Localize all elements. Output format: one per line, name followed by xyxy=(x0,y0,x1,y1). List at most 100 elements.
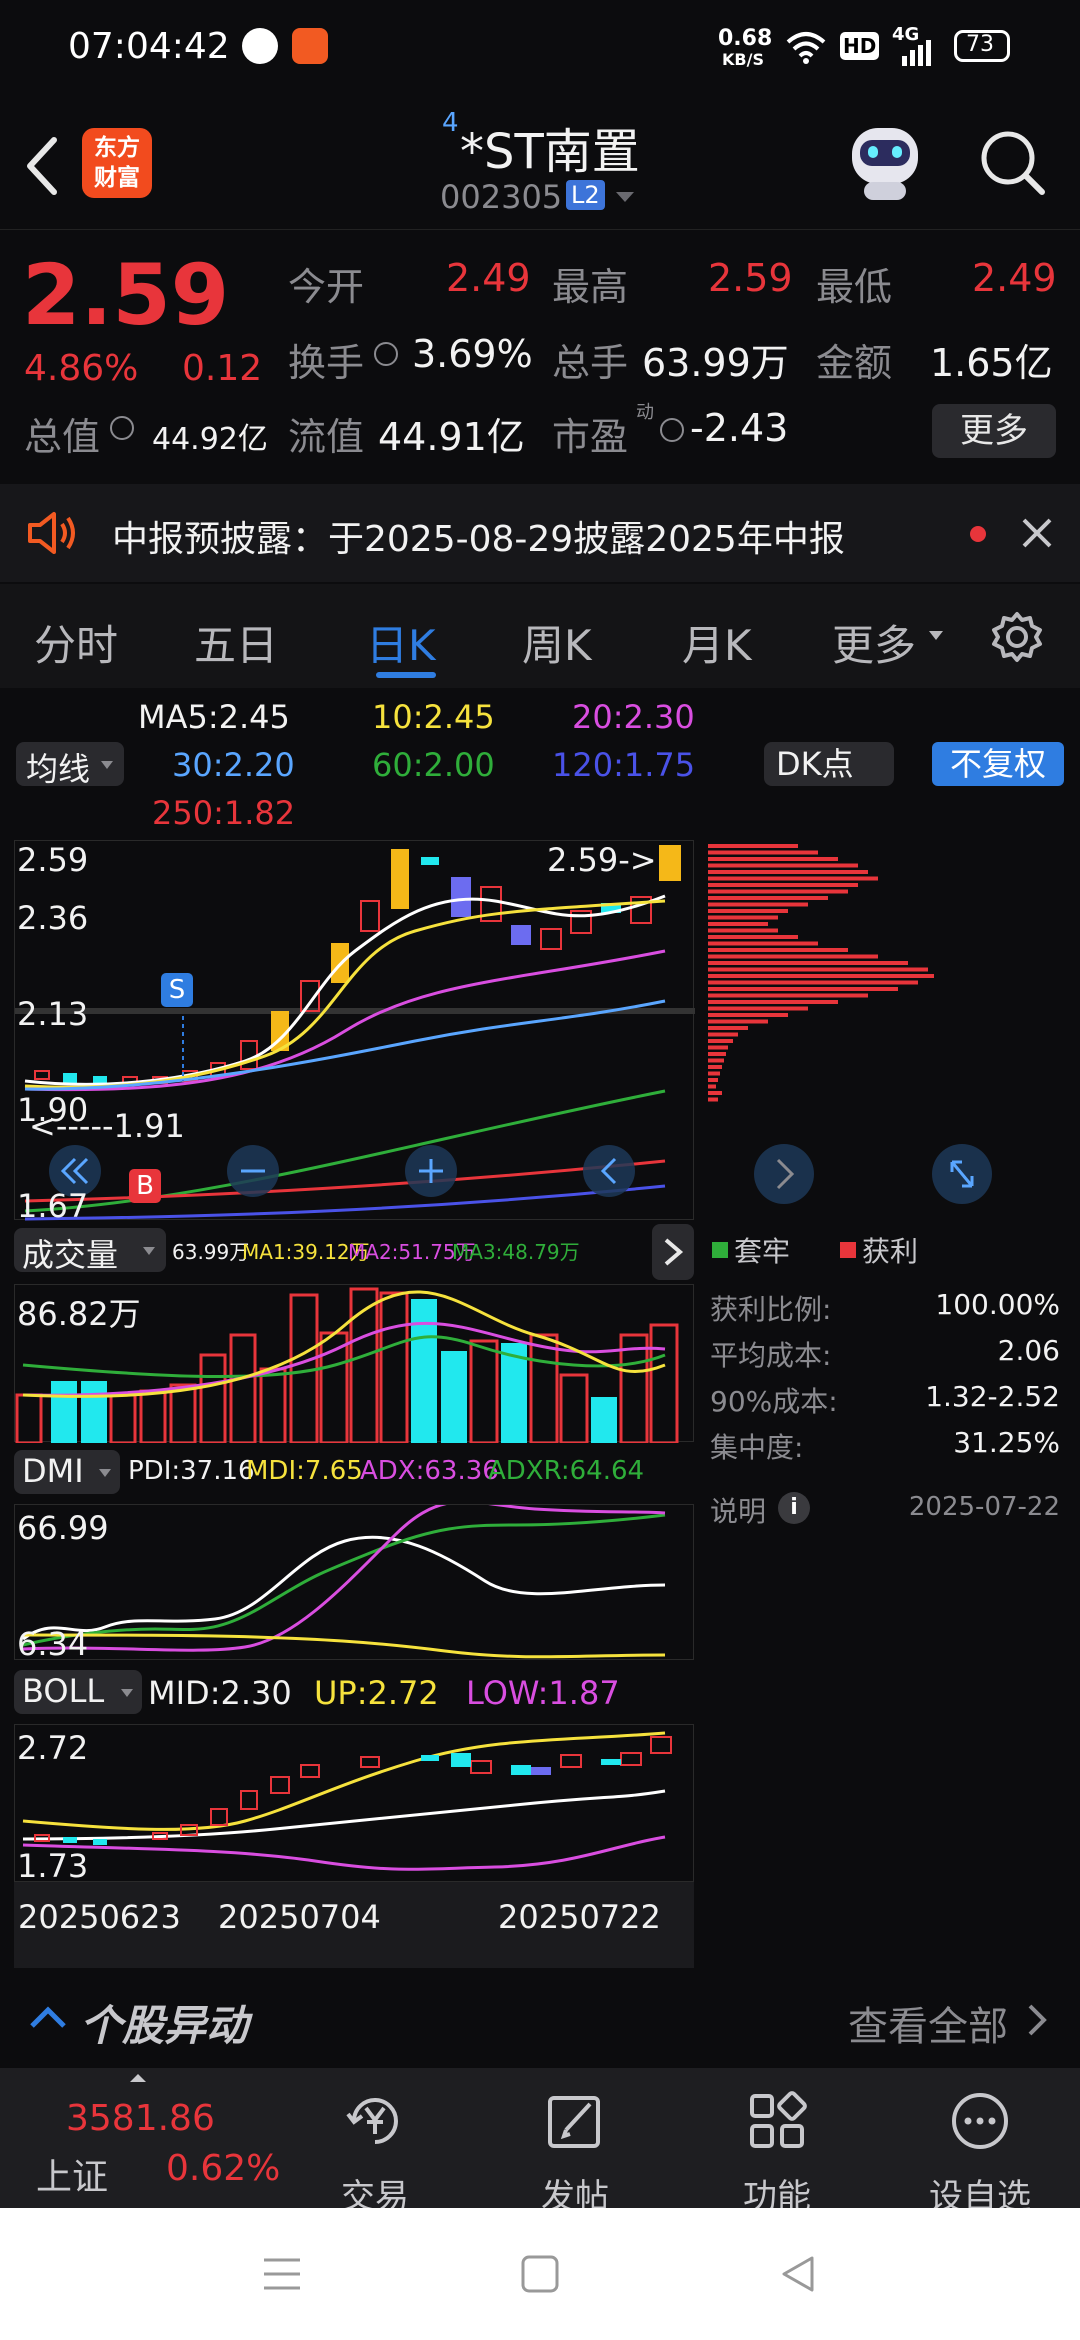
chip-distribution[interactable] xyxy=(708,840,1062,1220)
volume-ma3: MA3:48.79万 xyxy=(452,1240,580,1264)
index-value[interactable]: 3581.86 xyxy=(66,2098,215,2139)
tab-more-dropdown-icon[interactable] xyxy=(928,630,944,642)
more-button[interactable]: 更多 xyxy=(932,404,1056,458)
pe-info-icon[interactable] xyxy=(660,418,684,442)
buy-mark[interactable]: B xyxy=(129,1169,161,1203)
chip-bar xyxy=(708,1013,788,1017)
stock-movement-section[interactable]: 个股异动 查看全部 xyxy=(0,1974,1080,2064)
no-adjust-button[interactable]: 不复权 xyxy=(932,742,1064,786)
dmi-adx: ADX:63.36 xyxy=(360,1456,499,1486)
home-icon[interactable] xyxy=(520,2254,560,2294)
nav-watchlist[interactable]: 设自选 xyxy=(918,2090,1042,2218)
tab-weekly-k[interactable]: 周K xyxy=(522,612,592,673)
scroll-left-icon[interactable] xyxy=(593,1155,625,1187)
more-circle-icon xyxy=(952,2093,1008,2149)
ma60-value: 60:2.00 xyxy=(372,746,495,784)
chip-bar xyxy=(708,1045,728,1050)
tab-daily-k[interactable]: 日K xyxy=(366,612,436,673)
robot-assistant-icon[interactable] xyxy=(846,124,926,202)
boll-y-bottom: 1.73 xyxy=(17,1847,89,1885)
scroll-left-fast-icon[interactable] xyxy=(59,1155,91,1187)
volume-chart-panel[interactable]: 86.82万 xyxy=(14,1284,694,1445)
nav-function[interactable]: 功能 xyxy=(722,2090,832,2218)
chip-bar xyxy=(708,1032,738,1037)
chip-bar xyxy=(708,1084,716,1089)
nav-trade[interactable]: 交易 xyxy=(320,2090,430,2218)
chip-bar xyxy=(708,909,788,913)
dmi-pdi: PDI:37.16 xyxy=(128,1456,255,1486)
search-icon[interactable] xyxy=(978,128,1048,198)
tab-more[interactable]: 更多 xyxy=(832,612,916,673)
tab-five-day[interactable]: 五日 xyxy=(194,612,278,673)
nav-post[interactable]: 发帖 xyxy=(520,2090,630,2218)
chip-bar xyxy=(708,1026,748,1030)
chip-bar xyxy=(708,967,928,972)
chevron-right-view-all-icon[interactable] xyxy=(1026,2002,1050,2038)
tab-monthly-k[interactable]: 月K xyxy=(682,612,752,673)
tab-intraday[interactable]: 分时 xyxy=(34,612,118,673)
volume-selector-label: 成交量 xyxy=(22,1236,119,1274)
close-icon[interactable] xyxy=(1020,516,1054,550)
index-change[interactable]: 0.62% xyxy=(166,2148,280,2189)
zoom-in-icon[interactable] xyxy=(415,1155,447,1187)
chevron-up-icon[interactable] xyxy=(28,2006,68,2030)
profit-legend-swatch xyxy=(840,1242,856,1258)
low-label: 最低 xyxy=(816,265,893,309)
recent-apps-icon[interactable] xyxy=(262,2256,302,2292)
amount-label: 金额 xyxy=(816,341,893,385)
speaker-icon xyxy=(28,512,75,554)
zoom-out-icon[interactable] xyxy=(237,1155,269,1187)
chip-bar xyxy=(708,1091,722,1095)
level2-badge[interactable]: L2 xyxy=(566,180,605,210)
kline-chart-panel[interactable]: 2.59 2.36 2.13 1.90 1.67 2.59-> <-----1.… xyxy=(14,840,695,1225)
kline-y-3: 2.13 xyxy=(17,995,89,1033)
chip-bar xyxy=(708,902,808,907)
change-amount: 0.12 xyxy=(182,348,263,389)
current-price: 2.59 xyxy=(22,246,230,344)
logo-line-2: 财富 xyxy=(94,165,140,191)
chip-bar xyxy=(708,857,838,861)
grid-apps-icon xyxy=(750,2091,807,2148)
chip-bar xyxy=(708,883,858,887)
boll-chart-panel[interactable]: 2.72 1.73 xyxy=(14,1724,694,1885)
chip-bar xyxy=(708,1078,718,1082)
chip-bar xyxy=(708,980,918,985)
dropdown-icon[interactable] xyxy=(614,190,636,204)
sell-mark[interactable]: S xyxy=(161,973,193,1007)
ma-selector-dropdown-icon xyxy=(101,761,113,769)
date-axis: 20250623 20250704 20250722 xyxy=(14,1882,694,1968)
header: 东方 财富 4 *ST南置 002305 L2 xyxy=(0,96,1080,230)
notice-text: 中报预披露：于2025-08-29披露2025年中报 xyxy=(112,519,845,560)
trapped-legend-swatch xyxy=(712,1242,728,1258)
browser-icon xyxy=(242,28,278,64)
pe-label: 市盈 xyxy=(552,415,629,459)
chip-bar xyxy=(708,915,778,920)
dmi-chart-panel[interactable]: 66.99 6.34 xyxy=(14,1500,694,1663)
settings-gear-icon[interactable] xyxy=(990,610,1044,664)
chip-bar xyxy=(708,974,934,978)
info-icon[interactable]: i xyxy=(778,1492,810,1524)
dmi-y-top: 66.99 xyxy=(17,1509,109,1547)
dk-point-button[interactable]: DK点 xyxy=(764,742,894,786)
index-name[interactable]: 上证 xyxy=(36,2148,108,2200)
chip-note-label[interactable]: 说明 xyxy=(710,1490,766,1530)
dmi-svg xyxy=(22,1500,666,1659)
dmi-mdi: MDI:7.65 xyxy=(246,1456,363,1486)
back-nav-icon[interactable] xyxy=(778,2254,818,2294)
boll-svg xyxy=(22,1731,672,1871)
ma10-value: 10:2.45 xyxy=(372,698,495,736)
pe-value: -2.43 xyxy=(690,406,789,450)
chip-bar xyxy=(708,941,818,946)
view-all-link[interactable]: 查看全部 xyxy=(848,1994,1008,2052)
chip-bar xyxy=(708,844,798,848)
app-logo[interactable]: 东方 财富 xyxy=(82,128,152,198)
total-mv-info-icon[interactable] xyxy=(110,416,134,440)
high-value: 2.59 xyxy=(708,256,793,300)
back-arrow-icon[interactable] xyxy=(22,136,62,196)
turnover-label: 换手 xyxy=(288,341,365,385)
title-superscript: 4 xyxy=(442,108,459,138)
turnover-info-icon[interactable] xyxy=(374,342,398,366)
kline-y-top: 2.59 xyxy=(17,841,89,879)
notice-bar[interactable]: 中报预披露：于2025-08-29披露2025年中报 xyxy=(0,484,1080,582)
hd-badge: HD xyxy=(840,32,880,60)
